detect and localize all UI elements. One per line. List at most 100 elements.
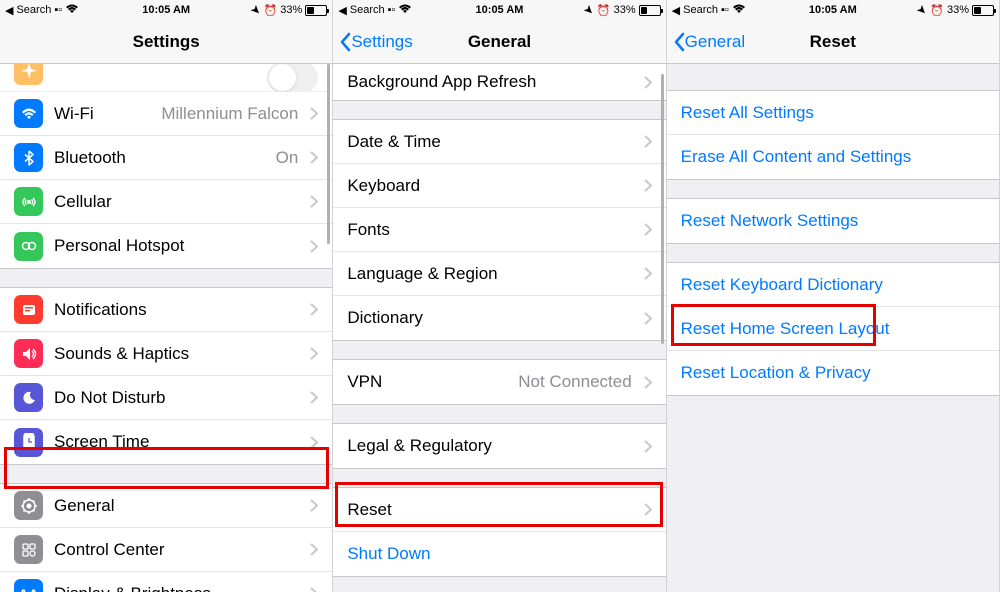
reset-location-label: Reset Location & Privacy (681, 363, 871, 383)
vpn-label: VPN (347, 372, 382, 392)
display-icon: AA (14, 579, 43, 592)
chevron-icon (644, 135, 652, 148)
row-bg-refresh[interactable]: Background App Refresh (333, 64, 665, 100)
nav-bar: General Reset (667, 20, 999, 64)
back-to-app-icon[interactable]: ◀ (5, 4, 13, 17)
signal-icon: ▪▫ (388, 4, 396, 16)
cellular-label: Cellular (54, 192, 112, 212)
row-reset-home[interactable]: Reset Home Screen Layout (667, 307, 999, 351)
row-screentime[interactable]: Screen Time (0, 420, 332, 464)
back-to-app-icon[interactable]: ◀ (338, 4, 346, 17)
back-button[interactable]: Settings (333, 32, 412, 52)
status-bar: ◀ Search ▪▫ 10:05 AM ➤ ⏰ 33% (0, 0, 332, 20)
clock: 10:05 AM (142, 4, 190, 16)
settings-list[interactable]: Wi-Fi Millennium Falcon Bluetooth On Cel… (0, 64, 332, 592)
cellular-icon (14, 187, 43, 216)
chevron-icon (310, 195, 318, 208)
back-label: General (685, 32, 745, 52)
bluetooth-detail: On (276, 148, 305, 168)
row-reset[interactable]: Reset (333, 488, 665, 532)
chevron-icon (644, 267, 652, 280)
row-dnd[interactable]: Do Not Disturb (0, 376, 332, 420)
chevron-icon (310, 391, 318, 404)
chevron-icon (644, 503, 652, 516)
location-icon: ➤ (247, 1, 264, 18)
back-button[interactable]: General (667, 32, 745, 52)
scrollbar[interactable] (661, 74, 664, 344)
wifi-icon (732, 4, 746, 17)
language-label: Language & Region (347, 264, 497, 284)
row-shutdown[interactable]: Shut Down (333, 532, 665, 576)
scrollbar[interactable] (327, 64, 330, 244)
erase-all-label: Erase All Content and Settings (681, 147, 912, 167)
row-reset-keyboard[interactable]: Reset Keyboard Dictionary (667, 263, 999, 307)
page-title: Reset (810, 32, 856, 52)
dnd-icon (14, 383, 43, 412)
alarm-icon: ⏰ (597, 4, 611, 17)
back-to-app-label[interactable]: Search (16, 4, 51, 16)
battery-pct: 33% (614, 4, 636, 16)
row-reset-all[interactable]: Reset All Settings (667, 91, 999, 135)
vpn-detail: Not Connected (518, 372, 637, 392)
airplane-toggle[interactable] (267, 64, 318, 93)
row-keyboard[interactable]: Keyboard (333, 164, 665, 208)
chevron-icon (310, 499, 318, 512)
row-datetime[interactable]: Date & Time (333, 120, 665, 164)
chevron-icon (310, 151, 318, 164)
row-language[interactable]: Language & Region (333, 252, 665, 296)
chevron-icon (310, 543, 318, 556)
back-to-app-icon[interactable]: ◀ (672, 4, 680, 17)
row-general[interactable]: General (0, 484, 332, 528)
status-bar: ◀ Search ▪▫ 10:05 AM ➤ ⏰ 33% (333, 0, 665, 20)
row-vpn[interactable]: VPN Not Connected (333, 360, 665, 404)
wifi-detail: Millennium Falcon (161, 104, 304, 124)
reset-list[interactable]: Reset All Settings Erase All Content and… (667, 64, 999, 592)
back-label: Settings (351, 32, 412, 52)
dnd-label: Do Not Disturb (54, 388, 165, 408)
chevron-icon (310, 240, 318, 253)
chevron-icon (310, 347, 318, 360)
reset-all-label: Reset All Settings (681, 103, 814, 123)
screentime-label: Screen Time (54, 432, 149, 452)
row-control-center[interactable]: Control Center (0, 528, 332, 572)
dictionary-label: Dictionary (347, 308, 423, 328)
reset-label: Reset (347, 500, 391, 520)
battery-pct: 33% (280, 4, 302, 16)
row-cellular[interactable]: Cellular (0, 180, 332, 224)
location-icon: ➤ (580, 1, 597, 18)
row-airplane-mode[interactable] (0, 64, 332, 92)
signal-icon: ▪▫ (721, 4, 729, 16)
reset-panel: ◀ Search ▪▫ 10:05 AM ➤ ⏰ 33% General Res… (667, 0, 1000, 592)
sounds-label: Sounds & Haptics (54, 344, 189, 364)
wifi-icon (14, 99, 43, 128)
wifi-label: Wi-Fi (54, 104, 94, 124)
notifications-icon (14, 295, 43, 324)
row-display[interactable]: AA Display & Brightness (0, 572, 332, 592)
row-legal[interactable]: Legal & Regulatory (333, 424, 665, 468)
row-wifi[interactable]: Wi-Fi Millennium Falcon (0, 92, 332, 136)
row-dictionary[interactable]: Dictionary (333, 296, 665, 340)
chevron-icon (310, 303, 318, 316)
general-list[interactable]: Background App Refresh Date & Time Keybo… (333, 64, 665, 592)
chevron-icon (310, 587, 318, 592)
chevron-icon (644, 179, 652, 192)
back-to-app-label[interactable]: Search (350, 4, 385, 16)
row-notifications[interactable]: Notifications (0, 288, 332, 332)
row-fonts[interactable]: Fonts (333, 208, 665, 252)
hotspot-icon (14, 232, 43, 261)
nav-bar: Settings (0, 20, 332, 64)
row-hotspot[interactable]: Personal Hotspot (0, 224, 332, 268)
bluetooth-icon (14, 143, 43, 172)
shutdown-label: Shut Down (347, 544, 430, 564)
row-sounds[interactable]: Sounds & Haptics (0, 332, 332, 376)
alarm-icon: ⏰ (930, 4, 944, 17)
chevron-icon (644, 376, 652, 389)
row-reset-network[interactable]: Reset Network Settings (667, 199, 999, 243)
row-erase-all[interactable]: Erase All Content and Settings (667, 135, 999, 179)
back-to-app-label[interactable]: Search (683, 4, 718, 16)
reset-network-label: Reset Network Settings (681, 211, 859, 231)
clock: 10:05 AM (809, 4, 857, 16)
bg-refresh-label: Background App Refresh (347, 72, 536, 92)
row-reset-location[interactable]: Reset Location & Privacy (667, 351, 999, 395)
row-bluetooth[interactable]: Bluetooth On (0, 136, 332, 180)
